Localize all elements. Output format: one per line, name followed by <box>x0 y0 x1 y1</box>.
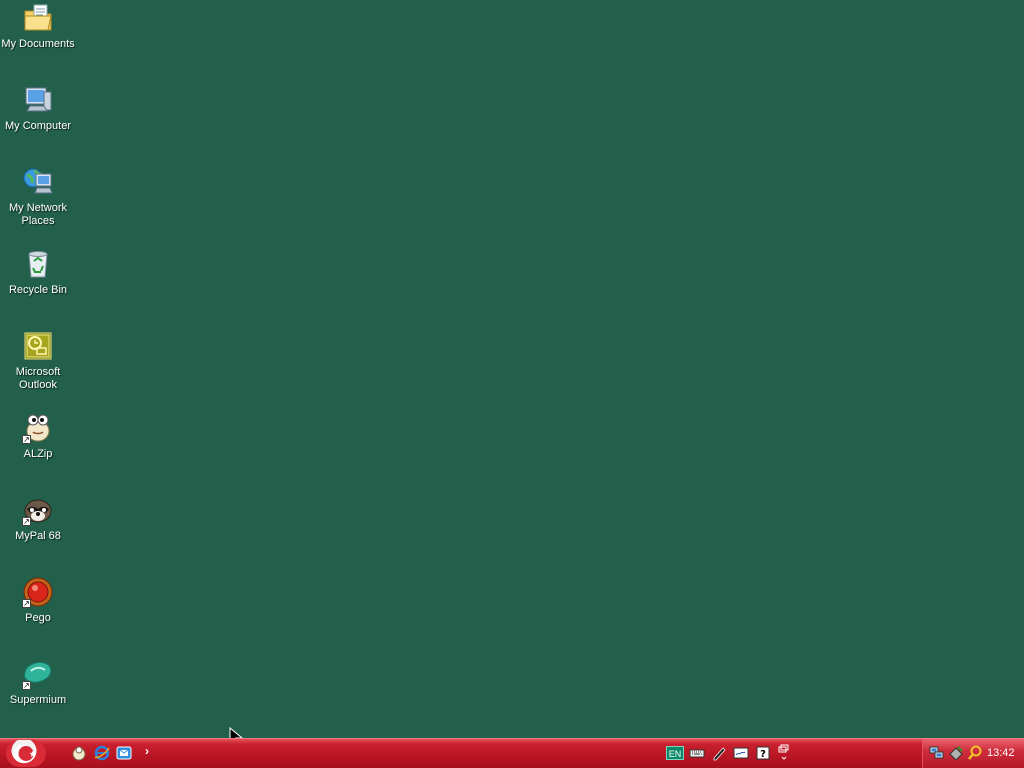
shortcut-arrow-icon: ↗ <box>22 435 31 444</box>
svg-text:?: ? <box>760 749 766 760</box>
start-logo-icon <box>14 744 37 763</box>
computer-icon <box>22 84 54 116</box>
network-connection-icon <box>929 746 944 759</box>
tray-search[interactable] <box>967 745 983 761</box>
keyboard-button[interactable] <box>688 744 706 762</box>
desktop-icon-label: Microsoft Outlook <box>15 366 61 391</box>
safely-remove-icon <box>949 746 963 761</box>
clock[interactable]: 13:42 <box>987 747 1015 759</box>
alzip-icon: ↗ <box>22 412 54 444</box>
mypal-icon: ↗ <box>22 494 54 526</box>
quick-launch-show-desktop[interactable] <box>71 745 87 761</box>
tray-safely-remove[interactable] <box>948 745 964 761</box>
show-desktop-icon <box>72 746 86 761</box>
help-button[interactable]: ? <box>754 744 772 762</box>
desktop-icon-microsoft-outlook[interactable]: Microsoft Outlook <box>0 330 76 392</box>
desktop-icon-my-computer[interactable]: My Computer <box>0 84 76 133</box>
shortcut-arrow-icon: ↗ <box>22 517 31 526</box>
quick-launch-outlook-express[interactable] <box>116 745 132 761</box>
shortcut-arrow-icon: ↗ <box>22 599 31 608</box>
desktop-icon-label: Pego <box>25 612 51 624</box>
writing-pad-icon <box>733 747 749 759</box>
desktop-icon-label: My Network Places <box>8 202 68 227</box>
keyboard-icon <box>689 749 705 758</box>
outlook-icon <box>22 330 54 362</box>
language-indicator[interactable]: EN <box>666 746 684 760</box>
desktop-icon-label: My Computer <box>4 120 72 132</box>
internet-explorer-icon <box>94 745 110 761</box>
desktop-icon-recycle-bin[interactable]: Recycle Bin <box>0 248 76 297</box>
recycle-bin-icon <box>22 248 54 280</box>
minimize-langbar-icon <box>778 744 789 760</box>
pego-icon: ↗ <box>22 576 54 608</box>
tray-network-connection[interactable] <box>929 745 945 761</box>
desktop: My Documents My Computer My Network Plac… <box>0 0 1024 738</box>
desktop-icon-supermium[interactable]: ↗ Supermium <box>0 658 76 707</box>
handwriting-icon <box>713 747 726 761</box>
desktop-icon-label: My Documents <box>1 38 75 50</box>
desktop-icon-label: Recycle Bin <box>8 284 68 296</box>
desktop-icon-mypal-68[interactable]: ↗ MyPal 68 <box>0 494 76 543</box>
network-places-icon <box>22 166 54 198</box>
shortcut-arrow-icon: ↗ <box>22 681 31 690</box>
desktop-icon-my-documents[interactable]: My Documents <box>0 2 76 51</box>
desktop-icon-label: ALZip <box>23 448 53 460</box>
start-button[interactable] <box>6 740 46 767</box>
quick-launch-more-button[interactable]: › <box>145 744 149 758</box>
folder-documents-icon <box>22 2 54 34</box>
desktop-icon-pego[interactable]: ↗ Pego <box>0 576 76 625</box>
writing-pad-button[interactable] <box>732 744 750 762</box>
quick-launch-internet-explorer[interactable] <box>94 745 110 761</box>
outlook-express-icon <box>116 746 132 760</box>
handwriting-button[interactable] <box>710 744 728 762</box>
desktop-icon-alzip[interactable]: ↗ ALZip <box>0 412 76 461</box>
help-icon: ? <box>756 746 770 760</box>
search-icon <box>968 745 982 760</box>
taskbar: › EN ? 13:42 <box>0 738 1024 768</box>
desktop-icon-my-network-places[interactable]: My Network Places <box>0 166 76 228</box>
desktop-icon-label: MyPal 68 <box>15 530 61 542</box>
minimize-langbar-button[interactable] <box>776 744 794 762</box>
system-tray: 13:42 <box>922 739 1024 768</box>
supermium-icon: ↗ <box>22 658 54 690</box>
desktop-icon-label: Supermium <box>9 694 67 706</box>
